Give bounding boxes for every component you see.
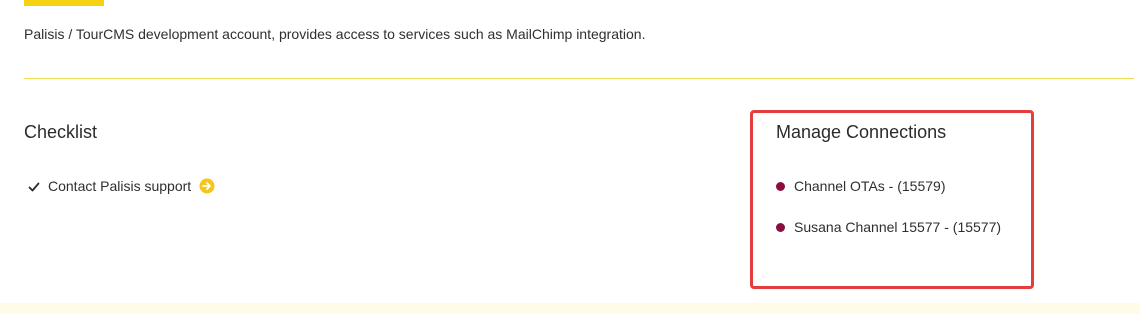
- checklist-item-label: Contact Palisis support: [48, 178, 192, 194]
- top-accent-bar: [24, 0, 104, 6]
- checklist-item-contact-support: Contact Palisis support: [28, 178, 215, 194]
- section-divider: [24, 78, 1134, 79]
- manage-connections-heading: Manage Connections: [776, 122, 947, 142]
- checklist-heading: Checklist: [24, 122, 98, 142]
- arrow-circle-right-icon[interactable]: [199, 178, 215, 194]
- footer-band: [0, 303, 1140, 314]
- connection-item-channel-otas[interactable]: Channel OTAs - (15579): [776, 178, 945, 194]
- bullet-dot-icon: [776, 181, 785, 191]
- account-description: Palisis / TourCMS development account, p…: [24, 26, 646, 42]
- bullet-dot-icon: [776, 222, 785, 232]
- check-icon: [28, 180, 40, 192]
- connection-item-susana-channel[interactable]: Susana Channel 15577 - (15577): [776, 219, 1001, 235]
- connection-label: Susana Channel 15577 - (15577): [794, 219, 1002, 235]
- connection-label: Channel OTAs - (15579): [794, 178, 946, 194]
